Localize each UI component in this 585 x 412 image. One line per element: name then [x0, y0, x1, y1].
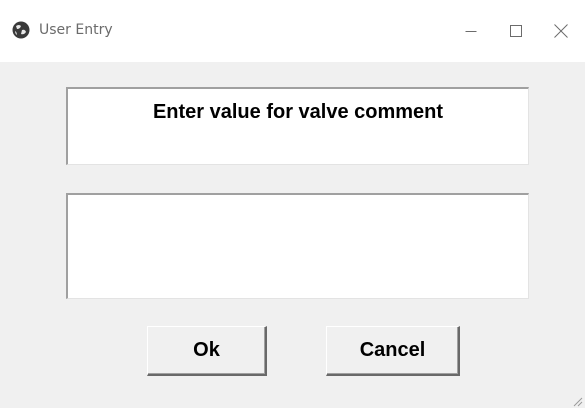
- close-button[interactable]: [538, 8, 584, 54]
- value-entry-field[interactable]: [66, 193, 529, 299]
- user-entry-dialog: User Entry Enter value for valve comment…: [0, 0, 585, 408]
- prompt-text: Enter value for valve comment: [152, 101, 444, 123]
- prompt-label-box: Enter value for valve comment: [66, 87, 529, 165]
- window-title: User Entry: [39, 22, 113, 38]
- app-logo-icon: [12, 21, 30, 39]
- maximize-icon: [510, 25, 522, 37]
- resize-grip-icon[interactable]: [571, 394, 583, 407]
- minimize-button[interactable]: [448, 8, 494, 54]
- minimize-icon: [465, 31, 477, 32]
- close-icon: [554, 24, 568, 38]
- title-bar[interactable]: User Entry: [0, 0, 585, 62]
- cancel-button[interactable]: Cancel: [326, 326, 460, 376]
- ok-button[interactable]: Ok: [147, 326, 267, 376]
- maximize-button[interactable]: [493, 8, 539, 54]
